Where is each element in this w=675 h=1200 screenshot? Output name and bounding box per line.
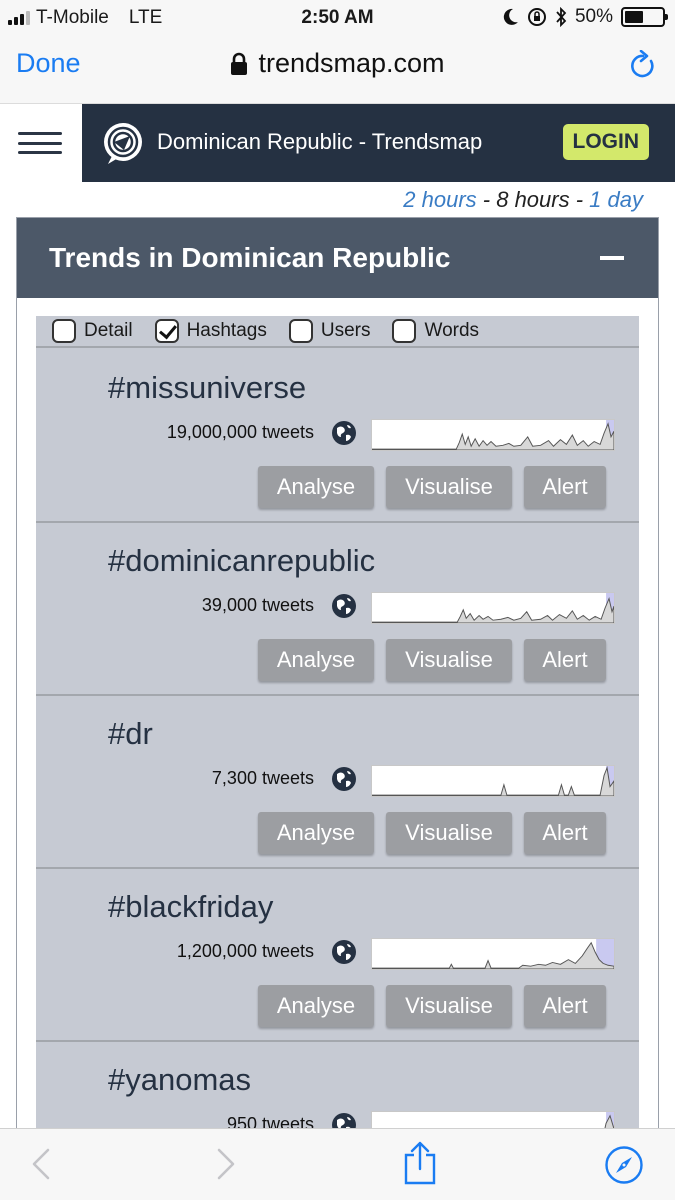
- sparkline-chart: [371, 765, 615, 797]
- tweet-count: 39,000 tweets: [201, 595, 314, 615]
- hashtags-checkbox[interactable]: [154, 319, 179, 343]
- visualise-button[interactable]: Visualise: [386, 985, 512, 1027]
- range-separator: -: [569, 187, 590, 212]
- words-checkbox[interactable]: [392, 319, 417, 343]
- trend-name[interactable]: #dominicanrepublic: [108, 543, 375, 579]
- alert-button[interactable]: Alert: [524, 812, 606, 854]
- trend-name[interactable]: #dr: [108, 716, 153, 752]
- reload-icon[interactable]: [629, 50, 657, 80]
- address-bar[interactable]: trendsmap.com: [0, 48, 675, 79]
- alert-button[interactable]: Alert: [524, 466, 606, 508]
- trend-item: #blackfriday 1,200,000 tweets Analyse Vi…: [36, 869, 639, 1042]
- range-8-hours-current: 8 hours: [496, 187, 570, 212]
- bluetooth-icon: [556, 7, 567, 27]
- filter-label: Hashtags: [186, 320, 267, 341]
- sparkline-chart: [371, 419, 615, 451]
- status-right: 50%: [503, 6, 668, 28]
- filter-label: Users: [320, 320, 371, 341]
- login-button[interactable]: LOGIN: [562, 124, 649, 160]
- url-text: trendsmap.com: [258, 48, 445, 78]
- trend-name[interactable]: #yanomas: [108, 1062, 251, 1098]
- trendsmap-logo-icon: [104, 123, 142, 164]
- back-icon[interactable]: [30, 1147, 52, 1181]
- filter-users[interactable]: Users: [288, 319, 371, 343]
- globe-icon[interactable]: [331, 420, 357, 446]
- panel-header: Trends in Dominican Republic: [17, 218, 658, 298]
- browser-nav-bar: Done trendsmap.com: [0, 36, 675, 104]
- sparkline-chart: [371, 592, 615, 624]
- trend-name[interactable]: #missuniverse: [108, 370, 306, 406]
- detail-checkbox[interactable]: [52, 319, 76, 343]
- trend-item: #dominicanrepublic 39,000 tweets Analyse…: [36, 523, 639, 696]
- trend-item: #dr 7,300 tweets Analyse Visualise Alert: [36, 696, 639, 869]
- sparkline-chart: [371, 938, 615, 970]
- users-checkbox[interactable]: [288, 319, 313, 343]
- trend-name[interactable]: #blackfriday: [108, 889, 273, 925]
- lock-icon: [231, 52, 248, 75]
- filter-bar: Detail Hashtags Users Words: [36, 316, 639, 348]
- analyse-button[interactable]: Analyse: [258, 639, 374, 681]
- range-1-day-link[interactable]: 1 day: [589, 187, 643, 212]
- trends-list: Detail Hashtags Users Words #missunivers…: [36, 316, 639, 1156]
- site-header: Dominican Republic - Trendsmap LOGIN: [82, 104, 675, 182]
- analyse-button[interactable]: Analyse: [258, 985, 374, 1027]
- tweet-count: 7,300 tweets: [211, 768, 314, 788]
- trends-panel: Trends in Dominican Republic Detail Hash…: [16, 217, 659, 1157]
- time-range-selector: 2 hours - 8 hours - 1 day: [403, 187, 643, 213]
- globe-icon[interactable]: [331, 593, 357, 619]
- compass-icon[interactable]: [604, 1145, 644, 1185]
- filter-words[interactable]: Words: [392, 319, 479, 343]
- share-icon[interactable]: [402, 1141, 438, 1185]
- battery-percent: 50%: [574, 6, 613, 27]
- orientation-lock-icon: [527, 8, 546, 26]
- range-2-hours-link[interactable]: 2 hours: [403, 187, 476, 212]
- moon-icon: [503, 8, 518, 25]
- status-bar: T-Mobile LTE 2:50 AM 50%: [0, 0, 675, 36]
- forward-icon[interactable]: [215, 1147, 237, 1181]
- panel-title: Trends in Dominican Republic: [49, 242, 451, 273]
- browser-toolbar: [0, 1128, 675, 1200]
- visualise-button[interactable]: Visualise: [386, 466, 512, 508]
- filter-detail[interactable]: Detail: [52, 319, 133, 343]
- battery-fill: [625, 11, 643, 23]
- filter-hashtags[interactable]: Hashtags: [154, 319, 267, 343]
- site-title: Dominican Republic - Trendsmap: [157, 129, 483, 154]
- visualise-button[interactable]: Visualise: [386, 812, 512, 854]
- filter-label: Detail: [84, 320, 133, 341]
- globe-icon[interactable]: [331, 766, 357, 792]
- visualise-button[interactable]: Visualise: [386, 639, 512, 681]
- collapse-icon[interactable]: [600, 256, 624, 260]
- globe-icon[interactable]: [331, 939, 357, 965]
- trend-item: #missuniverse 19,000,000 tweets Analyse …: [36, 350, 639, 523]
- filter-label: Words: [424, 320, 480, 341]
- analyse-button[interactable]: Analyse: [258, 466, 374, 508]
- tweet-count: 19,000,000 tweets: [166, 422, 314, 442]
- tweet-count: 1,200,000 tweets: [176, 941, 314, 961]
- alert-button[interactable]: Alert: [524, 639, 606, 681]
- analyse-button[interactable]: Analyse: [258, 812, 374, 854]
- range-separator: -: [476, 187, 497, 212]
- alert-button[interactable]: Alert: [524, 985, 606, 1027]
- battery-icon: [621, 7, 668, 27]
- menu-icon[interactable]: [18, 132, 62, 154]
